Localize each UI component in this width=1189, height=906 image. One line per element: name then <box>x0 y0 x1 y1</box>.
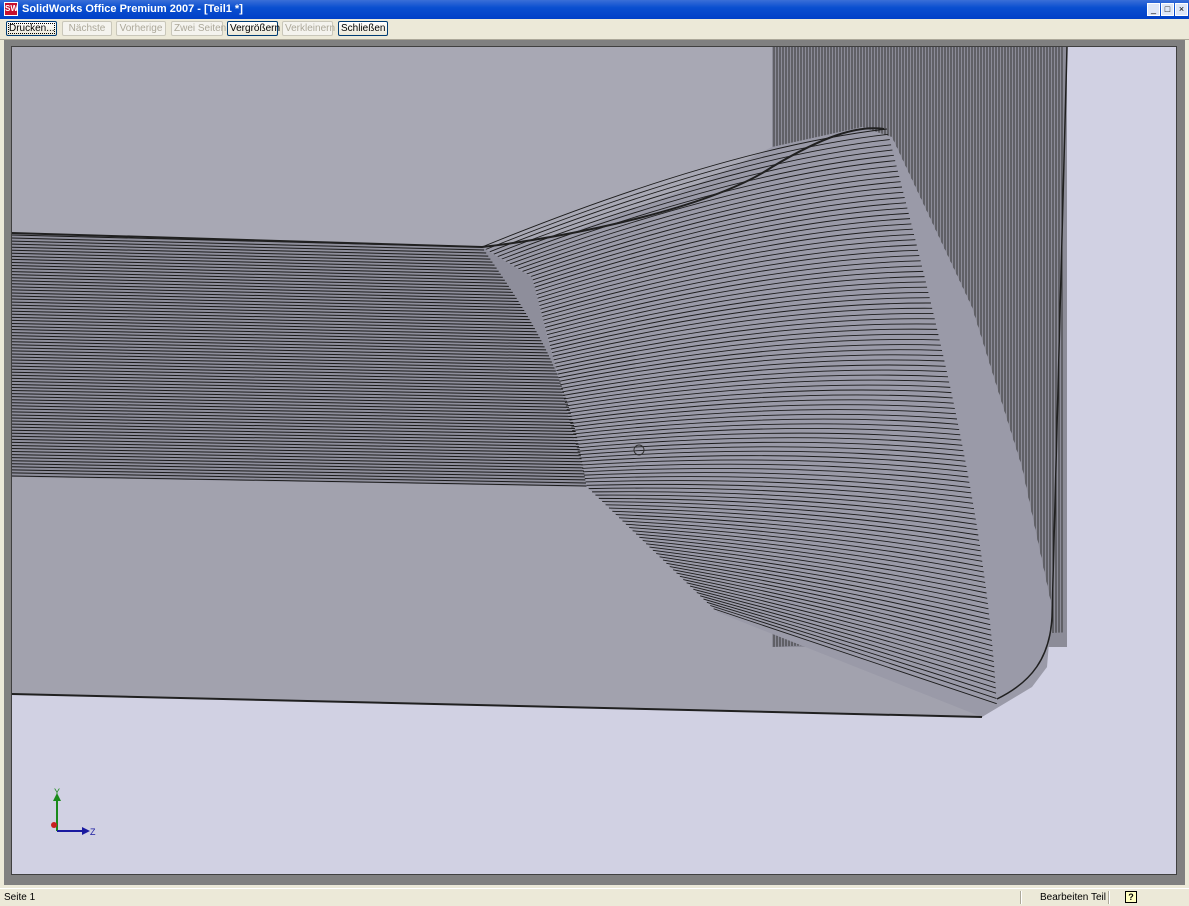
minimize-button[interactable]: _ <box>1147 3 1160 16</box>
status-separator <box>1020 891 1022 904</box>
maximize-button[interactable]: □ <box>1161 3 1174 16</box>
model-viewport[interactable]: Y Z <box>11 46 1177 875</box>
status-mode-indicator: Bearbeiten Teil <box>1040 892 1106 903</box>
status-page-indicator: Seite 1 <box>4 892 36 903</box>
print-preview-toolbar: Drucken... Nächste Vorherige Zwei Seiten… <box>0 19 1189 40</box>
print-button[interactable]: Drucken... <box>6 21 57 36</box>
next-page-button[interactable]: Nächste <box>62 21 112 36</box>
close-window-button[interactable]: × <box>1175 3 1188 16</box>
title-bar[interactable]: SW SolidWorks Office Premium 2007 - [Tei… <box>0 0 1189 19</box>
zoom-out-button[interactable]: Verkleinern <box>282 21 335 36</box>
z-axis-arrowhead <box>82 827 90 835</box>
y-axis-label: Y <box>54 787 60 797</box>
coordinate-triad: Y Z <box>51 787 96 837</box>
close-preview-button[interactable]: Schließen <box>338 21 388 36</box>
two-pages-button[interactable]: Zwei Seiten <box>171 21 226 36</box>
x-axis-dot <box>51 822 57 828</box>
zoom-in-button[interactable]: Vergrößern <box>227 21 280 36</box>
help-icon[interactable]: ? <box>1125 891 1137 903</box>
print-preview-window: SW SolidWorks Office Premium 2007 - [Tei… <box>0 0 1189 906</box>
status-separator <box>1108 891 1110 904</box>
model-graphics <box>12 47 1068 718</box>
z-axis-label: Z <box>90 827 96 837</box>
window-title: SolidWorks Office Premium 2007 - [Teil1 … <box>22 3 243 15</box>
previous-page-button[interactable]: Vorherige <box>116 21 166 36</box>
preview-page-frame: Y Z <box>4 40 1185 885</box>
status-bar: Seite 1 Bearbeiten Teil ? <box>0 888 1189 906</box>
solidworks-app-icon[interactable]: SW <box>4 2 18 16</box>
